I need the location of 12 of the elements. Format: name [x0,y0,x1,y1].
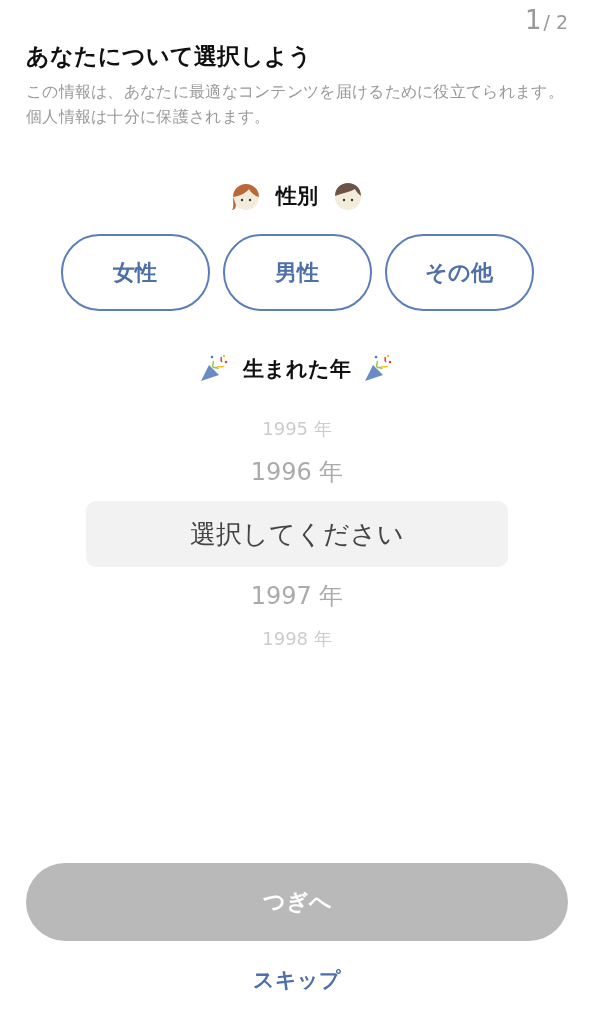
gender-option-button[interactable]: 女性 [60,234,210,311]
page-title: あなたについて選択しよう [26,42,313,71]
page-counter: 1 [524,5,542,35]
gender-option-button[interactable]: その他 [384,234,534,311]
selected-picker-item[interactable]: 選択してください [86,501,508,567]
page-total: / 2 [543,11,568,33]
section-heading: 生まれた年 [243,356,351,383]
skip-link[interactable]: スキップ [253,966,341,994]
man-face-icon [332,180,364,212]
description-text: この情報は、あなたに最適なコンテンツを届けるために役立てられます。個人情報は十分に保護されます。 [26,82,565,128]
gender-option-button[interactable]: 男性 [222,234,372,311]
section-heading: 性別 [276,183,318,210]
